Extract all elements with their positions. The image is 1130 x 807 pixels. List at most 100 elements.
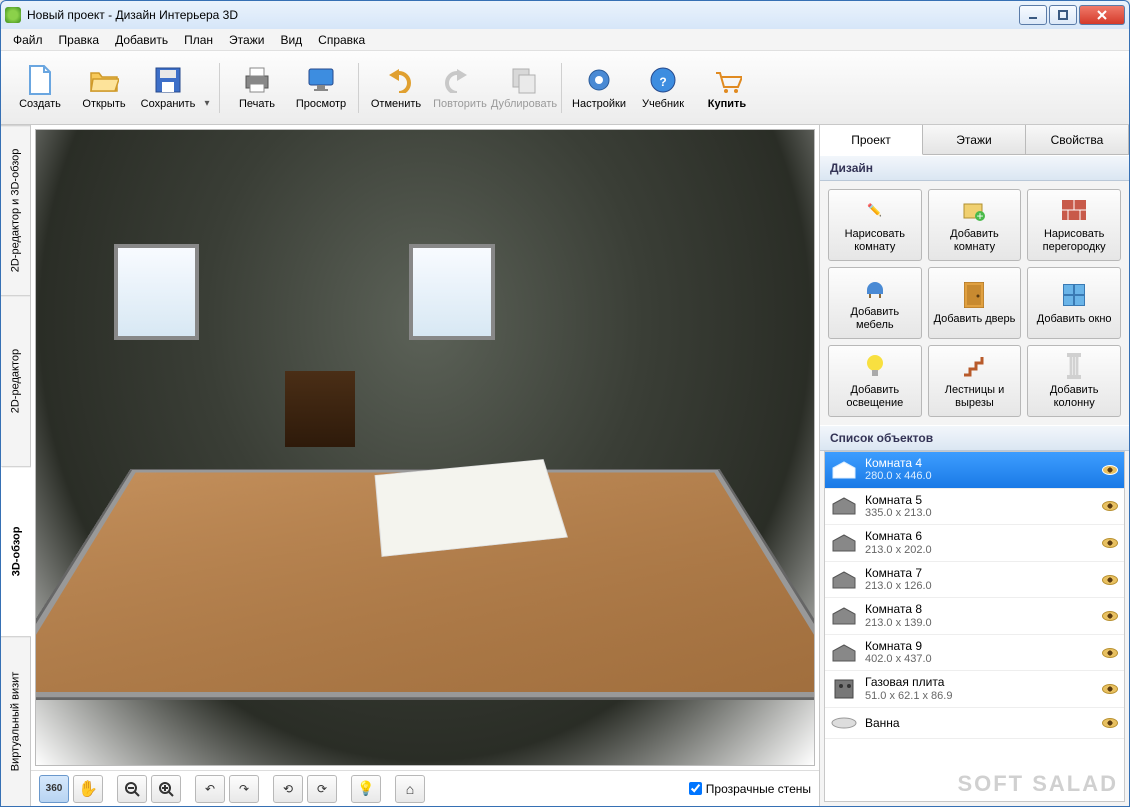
main-toolbar: Создать Открыть Сохранить Печать Просмот… — [1, 51, 1129, 125]
menu-floors[interactable]: Этажи — [223, 31, 270, 49]
duplicate-button[interactable]: Дублировать — [493, 57, 555, 119]
printer-icon — [241, 64, 273, 96]
body: 2D-редактор и 3D-обзор 2D-редактор 3D-об… — [1, 125, 1129, 806]
object-name: Газовая плита — [865, 675, 1094, 689]
save-dropdown[interactable] — [201, 57, 213, 119]
menu-edit[interactable]: Правка — [53, 31, 106, 49]
rotate-ccw-button[interactable]: ↶ — [195, 775, 225, 803]
3d-canvas[interactable] — [35, 129, 815, 766]
tab-project[interactable]: Проект — [820, 125, 923, 155]
object-name: Комната 9 — [865, 639, 1094, 653]
tutorial-button[interactable]: ? Учебник — [632, 57, 694, 119]
close-button[interactable] — [1079, 5, 1125, 25]
add-light-button[interactable]: Добавить освещение — [828, 345, 922, 417]
orbit-360-button[interactable]: 360 — [39, 775, 69, 803]
svg-text:?: ? — [659, 75, 666, 89]
vtab-combo[interactable]: 2D-редактор и 3D-обзор — [1, 125, 30, 295]
object-dimensions: 213.0 x 126.0 — [865, 580, 1094, 593]
object-row[interactable]: Газовая плита51.0 x 62.1 x 86.9 — [825, 671, 1124, 708]
visibility-icon[interactable] — [1102, 501, 1118, 511]
menu-plan[interactable]: План — [178, 31, 219, 49]
visibility-icon[interactable] — [1102, 611, 1118, 621]
preview-button[interactable]: Просмотр — [290, 57, 352, 119]
minimize-button[interactable] — [1019, 5, 1047, 25]
object-row[interactable]: Комната 9402.0 x 437.0 — [825, 635, 1124, 672]
object-dimensions: 402.0 x 437.0 — [865, 653, 1094, 666]
object-name: Комната 4 — [865, 456, 1094, 470]
zoom-in-button[interactable] — [151, 775, 181, 803]
tab-floors[interactable]: Этажи — [923, 125, 1026, 154]
object-dimensions: 51.0 x 62.1 x 86.9 — [865, 690, 1094, 703]
3d-window — [409, 244, 495, 339]
menu-view[interactable]: Вид — [274, 31, 308, 49]
object-row[interactable]: Комната 6213.0 x 202.0 — [825, 525, 1124, 562]
pan-button[interactable]: ✋ — [73, 775, 103, 803]
tilt-right-button[interactable]: ⟳ — [307, 775, 337, 803]
create-button[interactable]: Создать — [9, 57, 71, 119]
menu-file[interactable]: Файл — [7, 31, 49, 49]
object-name: Комната 6 — [865, 529, 1094, 543]
object-row[interactable]: Комната 7213.0 x 126.0 — [825, 562, 1124, 599]
titlebar: Новый проект - Дизайн Интерьера 3D — [1, 1, 1129, 29]
buy-button[interactable]: Купить — [696, 57, 758, 119]
app-window: Новый проект - Дизайн Интерьера 3D Файл … — [0, 0, 1130, 807]
zoom-out-button[interactable] — [117, 775, 147, 803]
3d-window — [114, 244, 200, 339]
save-button[interactable]: Сохранить — [137, 57, 199, 119]
redo-icon — [444, 64, 476, 96]
add-furniture-button[interactable]: Добавить мебель — [828, 267, 922, 339]
menu-help[interactable]: Справка — [312, 31, 371, 49]
add-room-button[interactable]: +Добавить комнату — [928, 189, 1022, 261]
viewport: 360 ✋ ↶ ↷ ⟲ ⟳ 💡 ⌂ Прозрачные стены — [31, 125, 819, 806]
object-dimensions: 213.0 x 139.0 — [865, 617, 1094, 630]
draw-room-button[interactable]: ✏️Нарисовать комнату — [828, 189, 922, 261]
tilt-left-button[interactable]: ⟲ — [273, 775, 303, 803]
print-button[interactable]: Печать — [226, 57, 288, 119]
object-name: Комната 8 — [865, 602, 1094, 616]
room-add-icon: + — [960, 196, 988, 224]
maximize-button[interactable] — [1049, 5, 1077, 25]
add-window-button[interactable]: Добавить окно — [1027, 267, 1121, 339]
draw-wall-button[interactable]: Нарисовать перегородку — [1027, 189, 1121, 261]
visibility-icon[interactable] — [1102, 684, 1118, 694]
door-icon — [960, 281, 988, 309]
object-row[interactable]: Ванна — [825, 708, 1124, 739]
object-row[interactable]: Комната 8213.0 x 139.0 — [825, 598, 1124, 635]
vtab-2d[interactable]: 2D-редактор — [1, 295, 30, 465]
visibility-icon[interactable] — [1102, 718, 1118, 728]
visibility-icon[interactable] — [1102, 575, 1118, 585]
object-row[interactable]: Комната 4280.0 x 446.0 — [825, 452, 1124, 489]
undo-button[interactable]: Отменить — [365, 57, 427, 119]
new-file-icon — [24, 64, 56, 96]
rotate-cw-button[interactable]: ↷ — [229, 775, 259, 803]
menu-add[interactable]: Добавить — [109, 31, 174, 49]
vtab-3d[interactable]: 3D-обзор — [1, 466, 31, 636]
visibility-icon[interactable] — [1102, 465, 1118, 475]
tab-properties[interactable]: Свойства — [1026, 125, 1129, 154]
open-button[interactable]: Открыть — [73, 57, 135, 119]
redo-button[interactable]: Повторить — [429, 57, 491, 119]
undo-icon — [380, 64, 412, 96]
object-icon — [831, 459, 857, 481]
add-column-button[interactable]: Добавить колонну — [1027, 345, 1121, 417]
column-icon — [1060, 352, 1088, 380]
vtab-virtual[interactable]: Виртуальный визит — [1, 636, 30, 806]
add-door-button[interactable]: Добавить дверь — [928, 267, 1022, 339]
visibility-icon[interactable] — [1102, 648, 1118, 658]
transparent-walls-input[interactable] — [689, 782, 702, 795]
object-icon — [831, 712, 857, 734]
object-icon — [831, 605, 857, 627]
panel-tabs: Проект Этажи Свойства — [820, 125, 1129, 155]
transparent-walls-checkbox[interactable]: Прозрачные стены — [689, 782, 811, 796]
visibility-icon[interactable] — [1102, 538, 1118, 548]
stairs-icon — [960, 352, 988, 380]
object-row[interactable]: Комната 5335.0 x 213.0 — [825, 489, 1124, 526]
home-view-button[interactable]: ⌂ — [395, 775, 425, 803]
object-list[interactable]: Комната 4280.0 x 446.0Комната 5335.0 x 2… — [824, 451, 1125, 802]
object-name: Комната 7 — [865, 566, 1094, 580]
settings-button[interactable]: Настройки — [568, 57, 630, 119]
object-icon — [831, 495, 857, 517]
stairs-button[interactable]: Лестницы и вырезы — [928, 345, 1022, 417]
objects-header: Список объектов — [820, 425, 1129, 451]
light-button[interactable]: 💡 — [351, 775, 381, 803]
